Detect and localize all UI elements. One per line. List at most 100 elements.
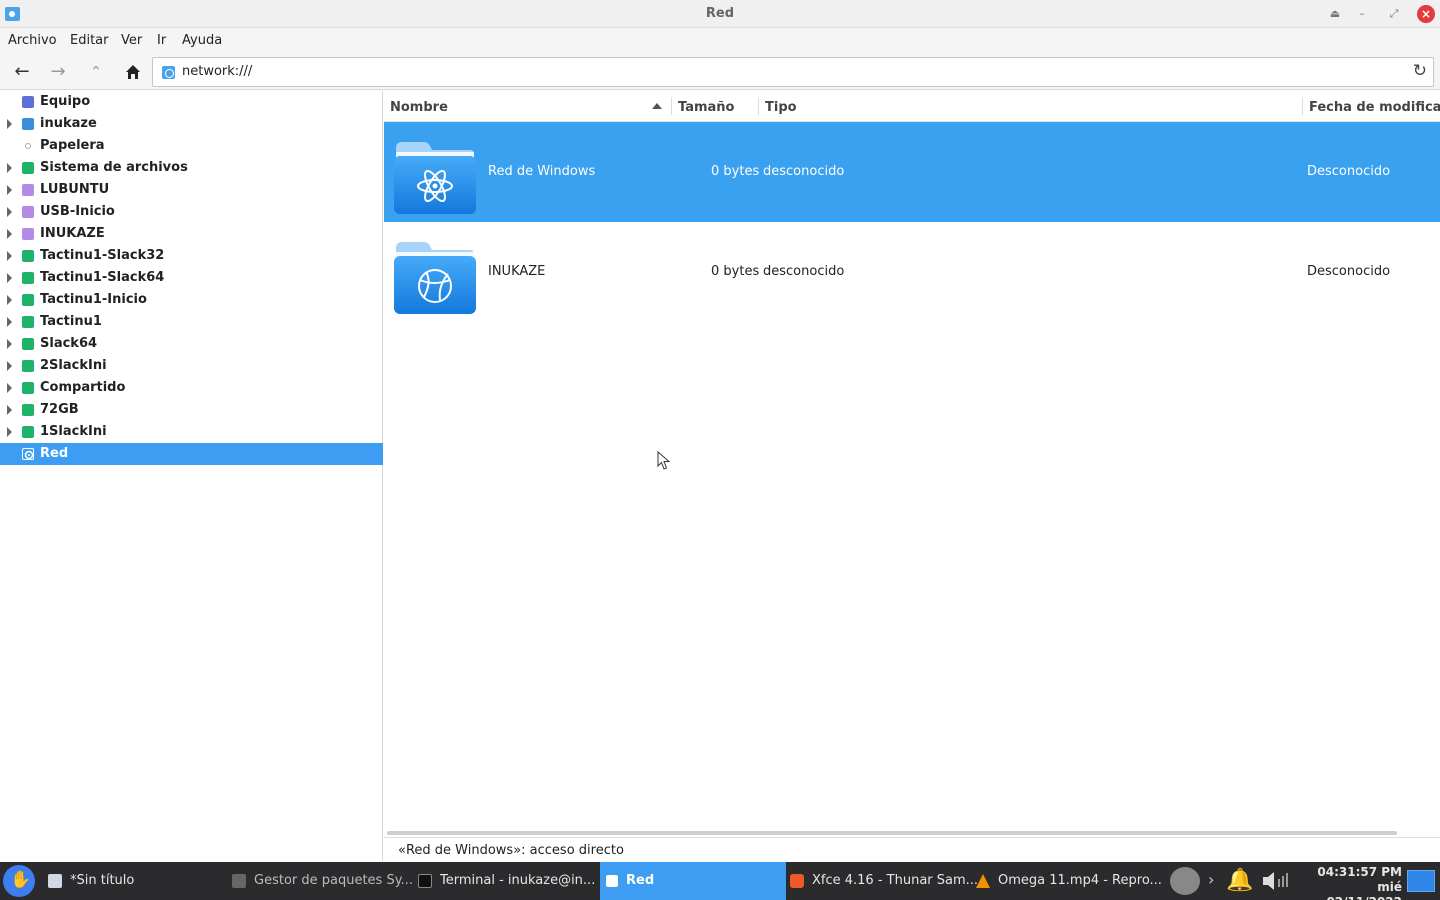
task-gestor-paquetes[interactable]: Gestor de paquetes Sy...	[228, 862, 414, 900]
sidebar-item-tactinu1[interactable]: Tactinu1	[0, 311, 383, 333]
expand-arrow-icon[interactable]	[7, 185, 12, 195]
sidebar-item-red[interactable]: Red	[0, 443, 383, 465]
shade-button[interactable]: ⏏	[1326, 5, 1344, 23]
notification-bell-icon[interactable]: 🔔	[1226, 868, 1253, 893]
file-name: Red de Windows	[488, 164, 596, 179]
sidebar-item-compartido[interactable]: Compartido	[0, 377, 383, 399]
sidebar-item-label: 72GB	[40, 402, 79, 417]
sidebar-item-tactinu1-inicio[interactable]: Tactinu1-Inicio	[0, 289, 383, 311]
forward-arrow-icon[interactable]: →	[46, 60, 70, 84]
sidebar-item-label: Tactinu1-Slack32	[40, 248, 165, 263]
horizontal-scrollbar[interactable]	[387, 831, 1397, 835]
file-name: INUKAZE	[488, 264, 546, 279]
menu-archivo[interactable]: Archivo	[8, 33, 57, 48]
column-name[interactable]: Nombre	[390, 100, 448, 115]
window-title: Red	[705, 6, 735, 21]
location-bar[interactable]: network:/// ↻	[152, 57, 1434, 87]
expand-arrow-icon[interactable]	[7, 229, 12, 239]
task-vlc[interactable]: Omega 11.mp4 - Repro...	[972, 862, 1162, 900]
sidebar-item-usb-inicio[interactable]: USB-Inicio	[0, 201, 383, 223]
title-bar: Red ⏏ – ⤢ ×	[0, 0, 1440, 28]
expand-arrow-icon[interactable]	[7, 273, 12, 283]
clock-time: 04:31:57 PM	[1317, 865, 1402, 879]
expand-arrow-icon[interactable]	[7, 207, 12, 217]
expand-arrow-icon[interactable]	[7, 339, 12, 349]
network-share-folder-icon	[394, 242, 476, 314]
file-size: 0 bytes	[711, 264, 760, 279]
sidebar-item-tactinu1-slack32[interactable]: Tactinu1-Slack32	[0, 245, 383, 267]
task-red[interactable]: Red	[600, 862, 786, 900]
drive-icon	[22, 360, 34, 372]
sidebar-item-1slackini[interactable]: 1SlackIni	[0, 421, 383, 443]
close-button[interactable]: ×	[1417, 5, 1435, 23]
sidebar: Equipo inukaze Papelera Sistema de archi…	[0, 91, 383, 861]
sidebar-item-papelera[interactable]: Papelera	[0, 135, 383, 157]
sidebar-item-label: 2SlackIni	[40, 358, 107, 373]
task-brave[interactable]: Xfce 4.16 - Thunar Sam...	[786, 862, 978, 900]
drive-icon	[22, 162, 34, 174]
sidebar-item-label: LUBUNTU	[40, 182, 110, 197]
sidebar-item-equipo[interactable]: Equipo	[0, 91, 383, 113]
home-icon[interactable]	[121, 60, 145, 84]
expand-arrow-icon[interactable]	[7, 361, 12, 371]
column-size[interactable]: Tamaño	[678, 100, 734, 115]
sidebar-item-label: Tactinu1-Inicio	[40, 292, 147, 307]
menu-editar[interactable]: Editar	[70, 33, 109, 48]
file-row[interactable]: INUKAZE 0 bytes desconocido Desconocido	[384, 222, 1440, 322]
column-modified[interactable]: Fecha de modificació	[1309, 100, 1440, 115]
maximize-button[interactable]: ⤢	[1385, 5, 1403, 23]
menu-ver[interactable]: Ver	[121, 33, 142, 48]
sidebar-item-label: inukaze	[40, 116, 97, 131]
volume-icon[interactable]	[1261, 869, 1293, 898]
back-arrow-icon[interactable]: ←	[10, 60, 34, 84]
user-avatar-icon[interactable]	[1170, 867, 1200, 895]
toolbar: ← → ⌃ network:/// ↻	[0, 54, 1440, 90]
sort-ascending-icon	[652, 103, 662, 109]
sidebar-item-tactinu1-slack64[interactable]: Tactinu1-Slack64	[0, 267, 383, 289]
file-row[interactable]: Red de Windows 0 bytes desconocido Desco…	[384, 122, 1440, 222]
minimize-button[interactable]: –	[1353, 5, 1371, 23]
taskbar: *Sin título Gestor de paquetes Sy... Ter…	[0, 862, 1440, 900]
sidebar-item-2slackini[interactable]: 2SlackIni	[0, 355, 383, 377]
chevron-right-icon[interactable]: ›	[1208, 870, 1214, 889]
clock[interactable]: 04:31:57 PM mié 02/11/2022	[1298, 865, 1402, 900]
task-terminal[interactable]: Terminal - inukaze@in...	[414, 862, 600, 900]
package-manager-icon	[232, 874, 246, 888]
location-input[interactable]: network:///	[182, 64, 252, 79]
sidebar-item-lubuntu[interactable]: LUBUNTU	[0, 179, 383, 201]
file-type: desconocido	[763, 264, 845, 279]
column-type[interactable]: Tipo	[765, 100, 797, 115]
file-size: 0 bytes	[711, 164, 760, 179]
menu-ayuda[interactable]: Ayuda	[182, 33, 222, 48]
expand-arrow-icon[interactable]	[7, 405, 12, 415]
drive-icon	[22, 272, 34, 284]
sidebar-item-sistema-de-archivos[interactable]: Sistema de archivos	[0, 157, 383, 179]
whisker-menu-icon[interactable]	[3, 865, 35, 897]
show-desktop-button[interactable]	[1407, 870, 1435, 892]
task-sin-titulo[interactable]: *Sin título	[44, 862, 224, 900]
sidebar-item-label: 1SlackIni	[40, 424, 107, 439]
expand-arrow-icon[interactable]	[7, 163, 12, 173]
sidebar-item-72gb[interactable]: 72GB	[0, 399, 383, 421]
expand-arrow-icon[interactable]	[7, 251, 12, 261]
sidebar-item-inukaze-drive[interactable]: INUKAZE	[0, 223, 383, 245]
menu-ir[interactable]: Ir	[157, 33, 166, 48]
file-manager-icon	[606, 875, 618, 887]
text-editor-icon	[48, 874, 62, 888]
sidebar-item-slack64[interactable]: Slack64	[0, 333, 383, 355]
expand-arrow-icon[interactable]	[7, 295, 12, 305]
expand-arrow-icon[interactable]	[7, 119, 12, 129]
reload-icon[interactable]: ↻	[1413, 61, 1427, 81]
sidebar-item-label: Compartido	[40, 380, 126, 395]
expand-arrow-icon[interactable]	[7, 383, 12, 393]
sidebar-item-label: INUKAZE	[40, 226, 105, 241]
sidebar-item-inukaze[interactable]: inukaze	[0, 113, 383, 135]
task-label: Terminal - inukaze@in...	[440, 873, 596, 888]
status-text: «Red de Windows»: acceso directo	[398, 843, 624, 858]
clock-date: mié 02/11/2022	[1326, 880, 1402, 900]
file-list-pane[interactable]: Nombre Tamaño Tipo Fecha de modificació	[384, 91, 1440, 836]
home-folder-icon	[22, 118, 34, 130]
parent-folder-icon[interactable]: ⌃	[84, 60, 108, 84]
expand-arrow-icon[interactable]	[7, 317, 12, 327]
expand-arrow-icon[interactable]	[7, 427, 12, 437]
